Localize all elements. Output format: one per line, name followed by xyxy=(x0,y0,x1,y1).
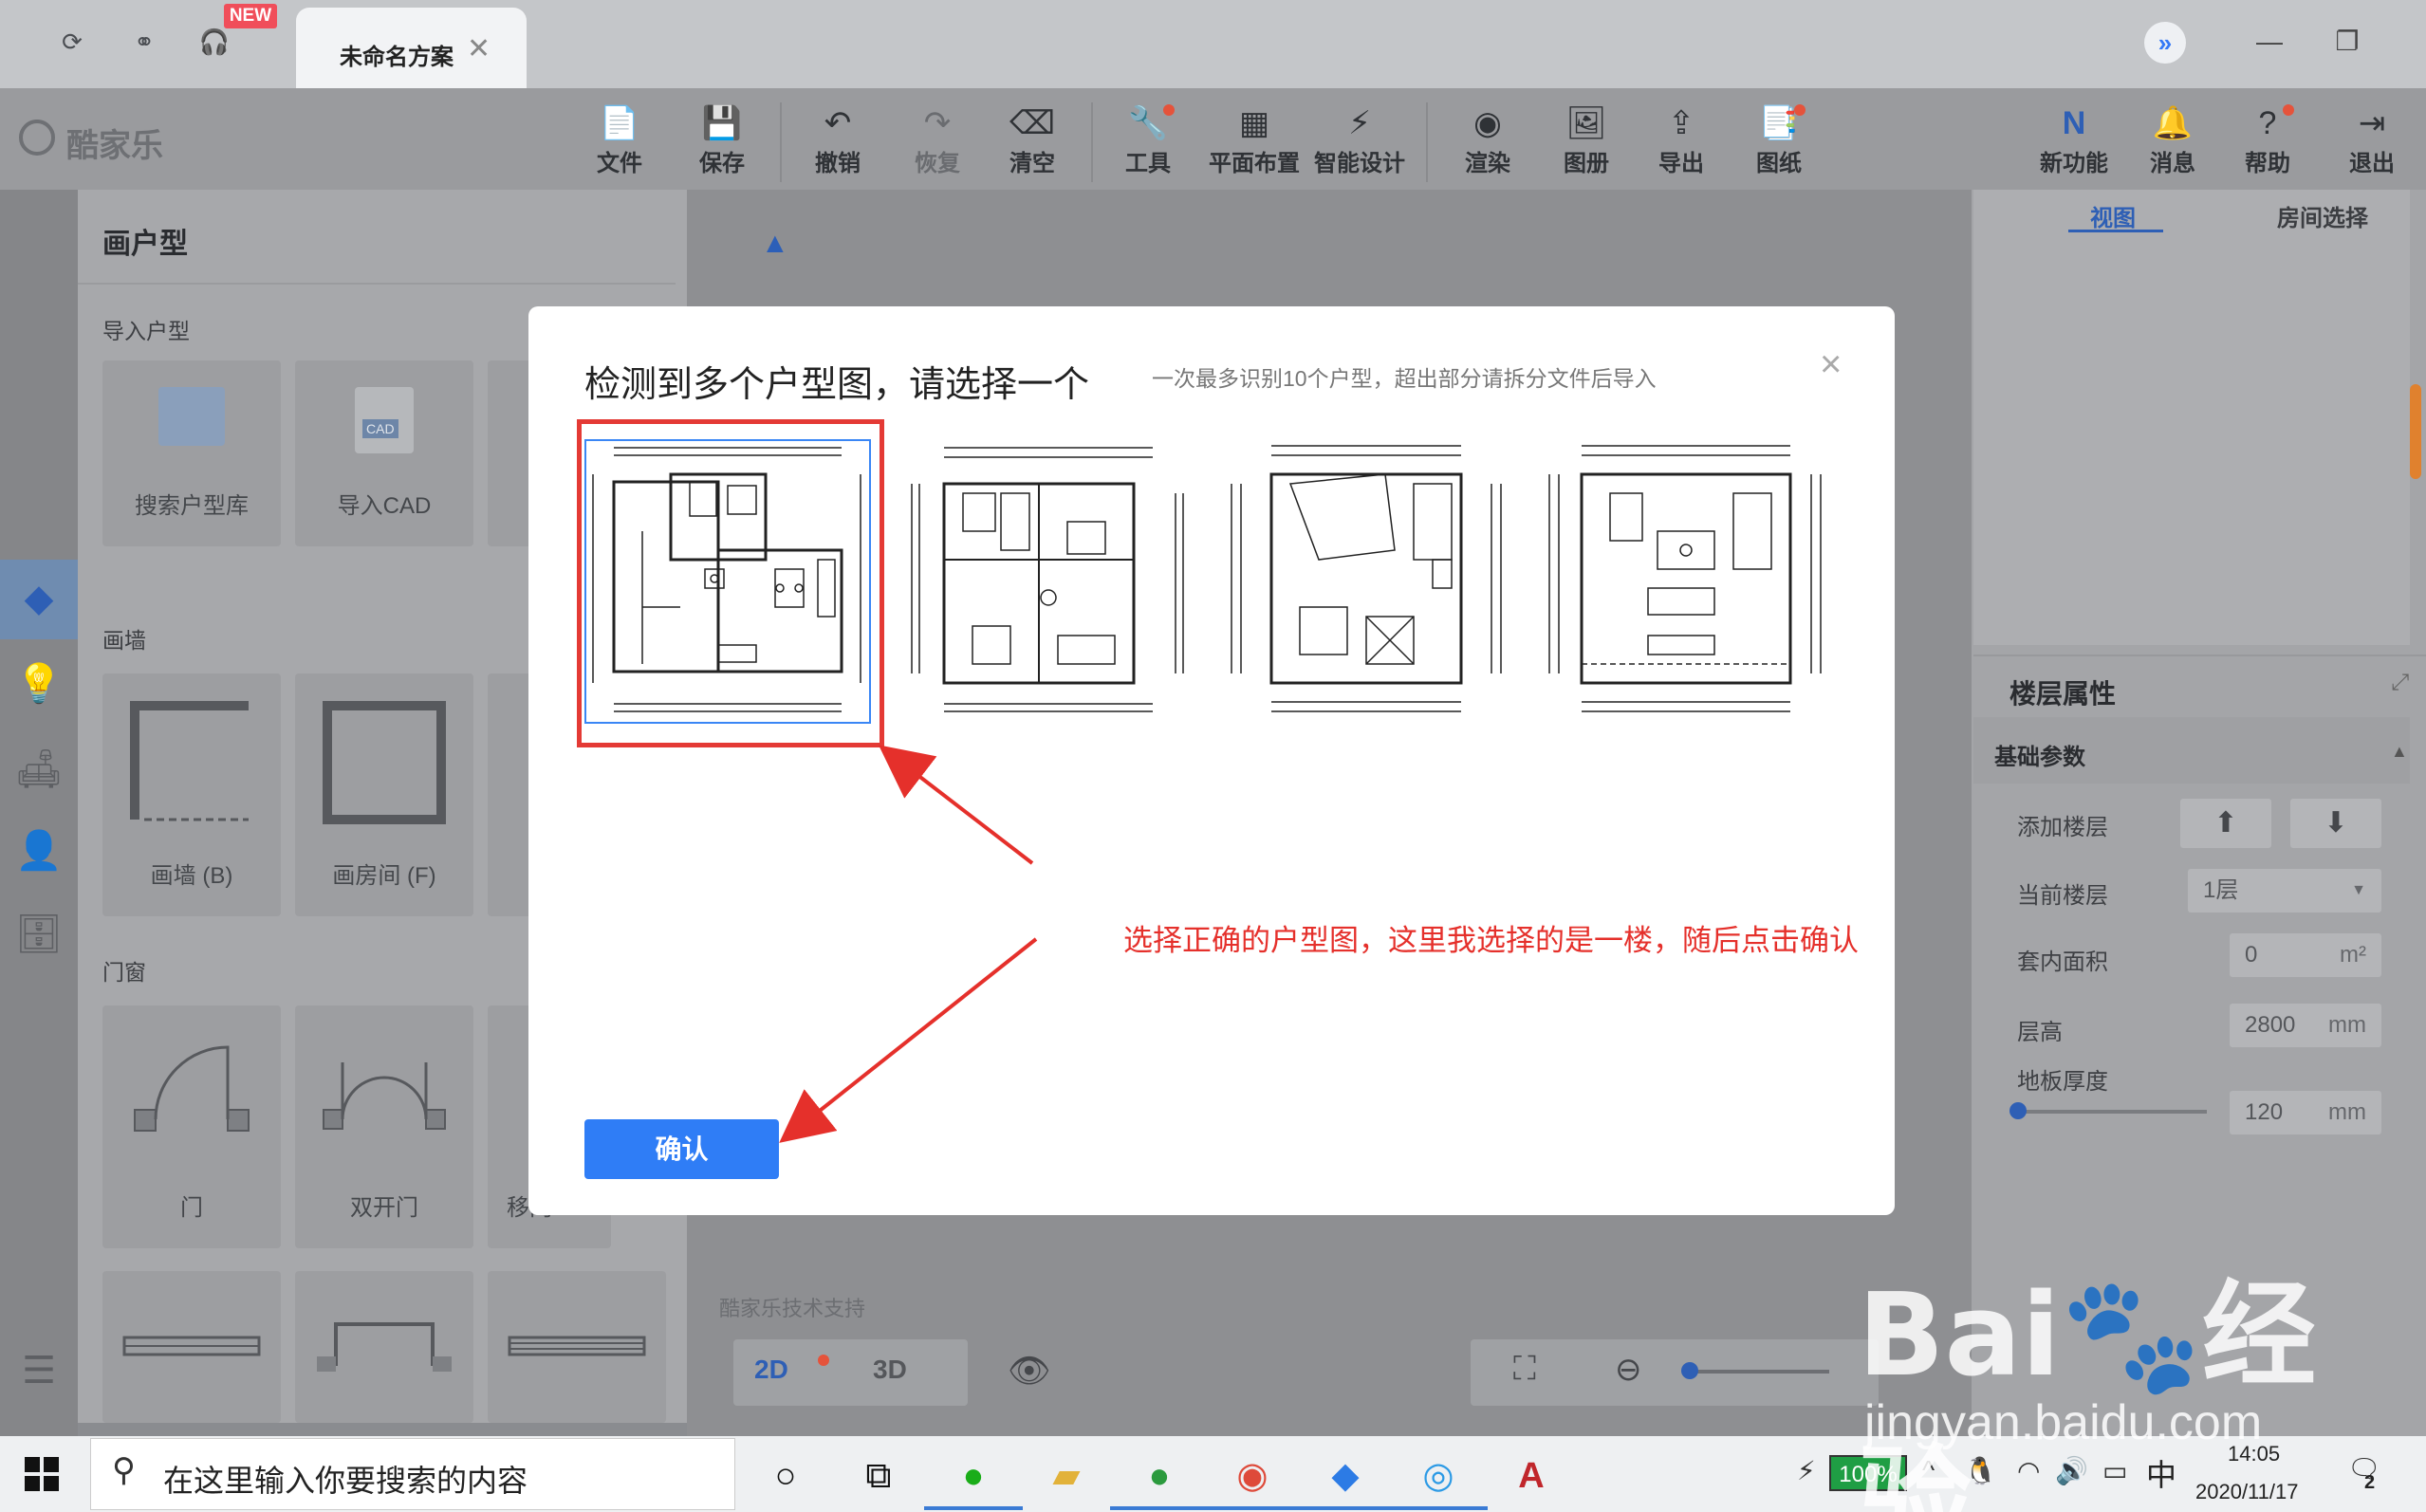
qq-browser-icon[interactable]: ◎ xyxy=(1412,1449,1465,1503)
baidu-watermark-url: jingyan.baidu.com xyxy=(1864,1395,2263,1450)
running-indicator xyxy=(1389,1506,1488,1510)
baidu-watermark-logo: Bai🐾经验 xyxy=(1858,1270,2316,1512)
search-placeholder: 在这里输入你要搜索的内容 xyxy=(163,1464,528,1498)
annotation-text: 选择正确的户型图，这里我选择的是一楼，随后点击确认 xyxy=(1123,924,1859,957)
arrow-to-confirm xyxy=(779,937,1038,1143)
app-root: ⟳ ⚭ 🎧 NEW 未命名方案 ✕ » — ❐ 酷家乐 📄 文件 💾 保存 ↶ 撤销 … xyxy=(0,0,2426,1512)
running-indicator xyxy=(1296,1506,1395,1510)
running-indicator xyxy=(1110,1506,1209,1510)
autocad-icon[interactable]: A xyxy=(1505,1449,1558,1503)
task-view-icon[interactable]: ⧉ xyxy=(852,1449,905,1503)
arrow-to-plan xyxy=(878,745,1034,865)
running-indicator xyxy=(924,1506,1023,1510)
kujiale-app-icon[interactable]: ◆ xyxy=(1319,1449,1372,1503)
charging-icon: ⚡ xyxy=(1797,1456,1816,1485)
running-indicator xyxy=(1203,1506,1302,1510)
file-explorer-icon[interactable]: ▰ xyxy=(1040,1449,1093,1503)
cortana-icon[interactable]: ○ xyxy=(759,1449,812,1503)
search-icon: ⚲ xyxy=(112,1452,136,1488)
windows-start-icon[interactable] xyxy=(25,1457,59,1491)
wechat-icon[interactable]: ● xyxy=(947,1449,1000,1503)
chrome-icon[interactable]: ◉ xyxy=(1226,1449,1279,1503)
evernote-icon[interactable]: ● xyxy=(1133,1449,1186,1503)
